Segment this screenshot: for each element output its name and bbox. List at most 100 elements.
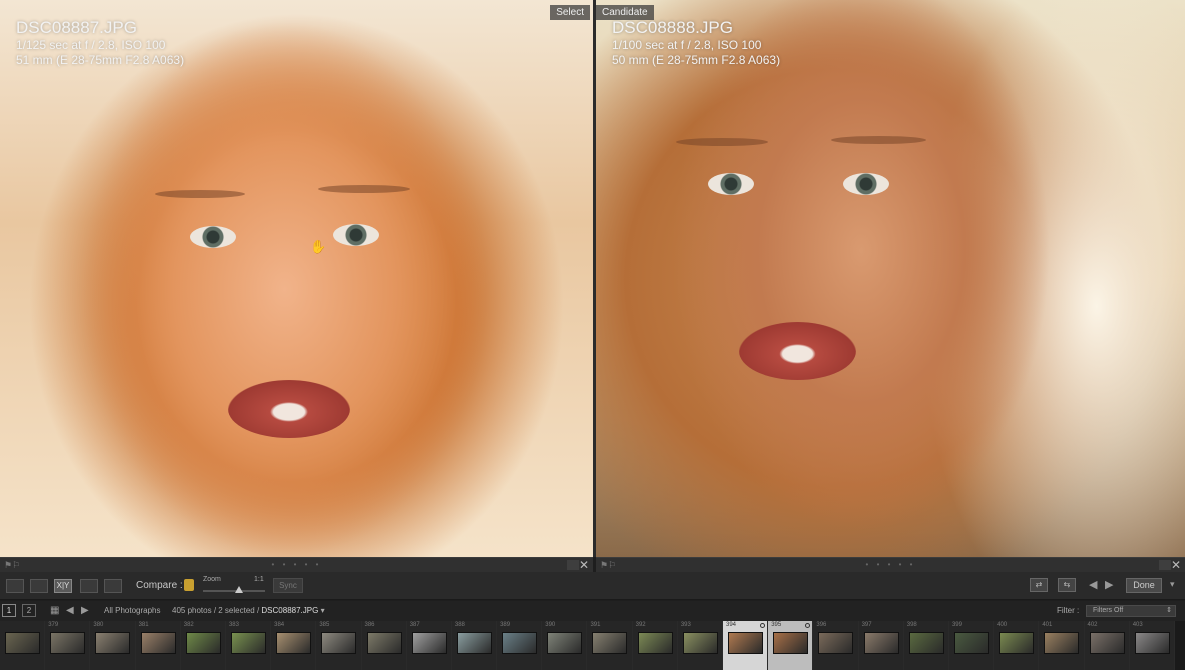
make-select-icon[interactable]: ⇆ (1058, 578, 1076, 592)
candidate-pane[interactable]: DSC08888.JPG 1/100 sec at f / 2.8, ISO 1… (596, 0, 1185, 557)
filmstrip-thumbnail[interactable]: 384 (271, 621, 317, 670)
lips (739, 322, 856, 380)
zoom-slider-thumb[interactable] (235, 586, 243, 593)
filmstrip-thumbnail[interactable]: 403 (1129, 621, 1175, 670)
select-photo[interactable] (0, 0, 593, 557)
filmstrip-thumbnail[interactable]: 395 (768, 621, 814, 670)
color-label-swatch[interactable] (1159, 560, 1171, 570)
filmstrip-thumbnail[interactable]: 379 (45, 621, 91, 670)
thumbnail-image[interactable] (547, 632, 583, 654)
thumbnail-index: 382 (183, 622, 194, 628)
thumbnail-image[interactable] (1044, 632, 1080, 654)
filmstrip-thumbnail[interactable]: 397 (858, 621, 904, 670)
filename-chevron-icon[interactable]: ▾ (321, 606, 325, 615)
filmstrip-thumbnail[interactable]: 381 (135, 621, 181, 670)
thumbnail-image[interactable] (908, 632, 944, 654)
left-eye (190, 226, 236, 248)
thumbnail-index: 395 (771, 622, 782, 628)
filmstrip-thumbnail[interactable]: 394 (723, 621, 769, 670)
source-label[interactable]: All Photographs (104, 606, 160, 615)
filmstrip-thumbnail[interactable]: 392 (632, 621, 678, 670)
grid-icon[interactable]: ▦ (50, 605, 59, 616)
thumbnail-image[interactable] (818, 632, 854, 654)
rating-dots[interactable]: • • • • • (866, 560, 916, 569)
filter-chevron-icon: ⇕ (1166, 607, 1172, 614)
filmstrip-thumbnail[interactable]: 400 (994, 621, 1040, 670)
filmstrip-thumbnail[interactable]: 383 (225, 621, 272, 670)
filmstrip-thumbnail[interactable]: 382 (180, 621, 226, 670)
grid-view-icon[interactable] (6, 579, 24, 593)
candidate-photo[interactable] (596, 0, 1185, 557)
thumbnail-image[interactable] (50, 632, 86, 654)
thumbnail-image[interactable] (366, 632, 402, 654)
filter-dropdown[interactable]: Filters Off ⇕ (1086, 605, 1176, 617)
monitor-1-button[interactable]: 1 (2, 604, 16, 617)
monitor-2-button[interactable]: 2 (22, 604, 36, 617)
thumbnail-index: 384 (274, 622, 285, 628)
filmstrip-thumbnail[interactable]: 396 (813, 621, 859, 670)
filmstrip-thumbnail[interactable]: 386 (361, 621, 407, 670)
thumbnail-image[interactable] (502, 632, 538, 654)
done-button[interactable]: Done (1126, 578, 1162, 593)
filmstrip-thumbnail[interactable]: 389 (497, 621, 543, 670)
loupe-view-icon[interactable] (30, 579, 48, 593)
forward-arrow-icon[interactable]: ▶ (81, 605, 89, 616)
thumbnail-image[interactable] (863, 632, 899, 654)
survey-view-icon[interactable] (80, 579, 98, 593)
thumbnail-image[interactable] (276, 632, 312, 654)
thumbnail-image[interactable] (185, 632, 221, 654)
zoom-slider[interactable] (203, 590, 265, 592)
select-pane[interactable]: DSC08887.JPG 1/125 sec at f / 2.8, ISO 1… (0, 0, 593, 557)
thumbnail-image[interactable] (1089, 632, 1125, 654)
sync-button[interactable]: Sync (273, 578, 303, 593)
flag-icon[interactable]: ⚑⚐ (4, 560, 20, 570)
thumbnail-image[interactable] (999, 632, 1035, 654)
filmstrip-thumbnail[interactable]: 387 (406, 621, 452, 670)
thumbnail-index: 383 (228, 622, 239, 628)
thumbnail-image[interactable] (230, 632, 266, 654)
thumbnail-image[interactable] (637, 632, 673, 654)
filmstrip-thumbnail[interactable]: 385 (316, 621, 362, 670)
filmstrip-thumbnail[interactable]: 393 (677, 621, 723, 670)
previous-arrow-icon[interactable]: ◀ (1089, 578, 1097, 591)
filmstrip-thumbnail[interactable]: 398 (903, 621, 949, 670)
filmstrip-thumbnail[interactable]: 401 (1039, 621, 1085, 670)
color-label-swatch[interactable] (567, 560, 579, 570)
thumbnail-image[interactable] (5, 632, 40, 654)
thumbnail-image[interactable] (682, 632, 718, 654)
swap-icon[interactable]: ⇄ (1030, 578, 1048, 592)
filmstrip-thumbnail[interactable]: 388 (451, 621, 498, 670)
filmstrip-thumbnail[interactable]: 391 (587, 621, 633, 670)
next-arrow-icon[interactable]: ▶ (1105, 578, 1113, 591)
thumbnail-image[interactable] (321, 632, 357, 654)
thumbnail-index: 397 (861, 622, 872, 628)
back-arrow-icon[interactable]: ◀ (66, 605, 74, 616)
thumbnail-index: 385 (319, 622, 330, 628)
thumbnail-image[interactable] (728, 632, 763, 654)
lock-icon[interactable] (184, 579, 194, 591)
left-brow (676, 138, 768, 146)
compare-view-icon[interactable]: X|Y (54, 579, 72, 593)
thumbnail-image[interactable] (592, 632, 628, 654)
people-view-icon[interactable] (104, 579, 122, 593)
close-icon[interactable]: ✕ (1171, 558, 1181, 572)
thumbnail-image[interactable] (953, 632, 989, 654)
photo-count: 405 photos / 2 selected / DSC08887.JPG ▾ (172, 606, 325, 615)
filmstrip-thumbnail[interactable]: 402 (1084, 621, 1130, 670)
thumbnail-image[interactable] (411, 632, 447, 654)
filmstrip-thumbnail[interactable] (0, 621, 46, 670)
close-icon[interactable]: ✕ (579, 558, 589, 572)
thumbnail-image[interactable] (95, 632, 131, 654)
thumbnail-image[interactable] (773, 632, 809, 654)
filmstrip-thumbnail[interactable]: 390 (542, 621, 588, 670)
flag-icon[interactable]: ⚑⚐ (600, 560, 616, 570)
filmstrip-thumbnail[interactable]: 399 (948, 621, 995, 670)
filmstrip-thumbnail[interactable]: 380 (90, 621, 136, 670)
thumbnail-image[interactable] (140, 632, 176, 654)
current-filename[interactable]: DSC08887.JPG (261, 606, 318, 615)
filmstrip[interactable]: 379 380 381 382 383 384 385 386 387 388 389 390 391 3… (0, 621, 1185, 670)
toolbar-menu-chevron-icon[interactable]: ▾ (1170, 579, 1175, 590)
thumbnail-image[interactable] (1134, 632, 1170, 654)
thumbnail-image[interactable] (456, 632, 492, 654)
rating-dots[interactable]: • • • • • (272, 560, 322, 569)
